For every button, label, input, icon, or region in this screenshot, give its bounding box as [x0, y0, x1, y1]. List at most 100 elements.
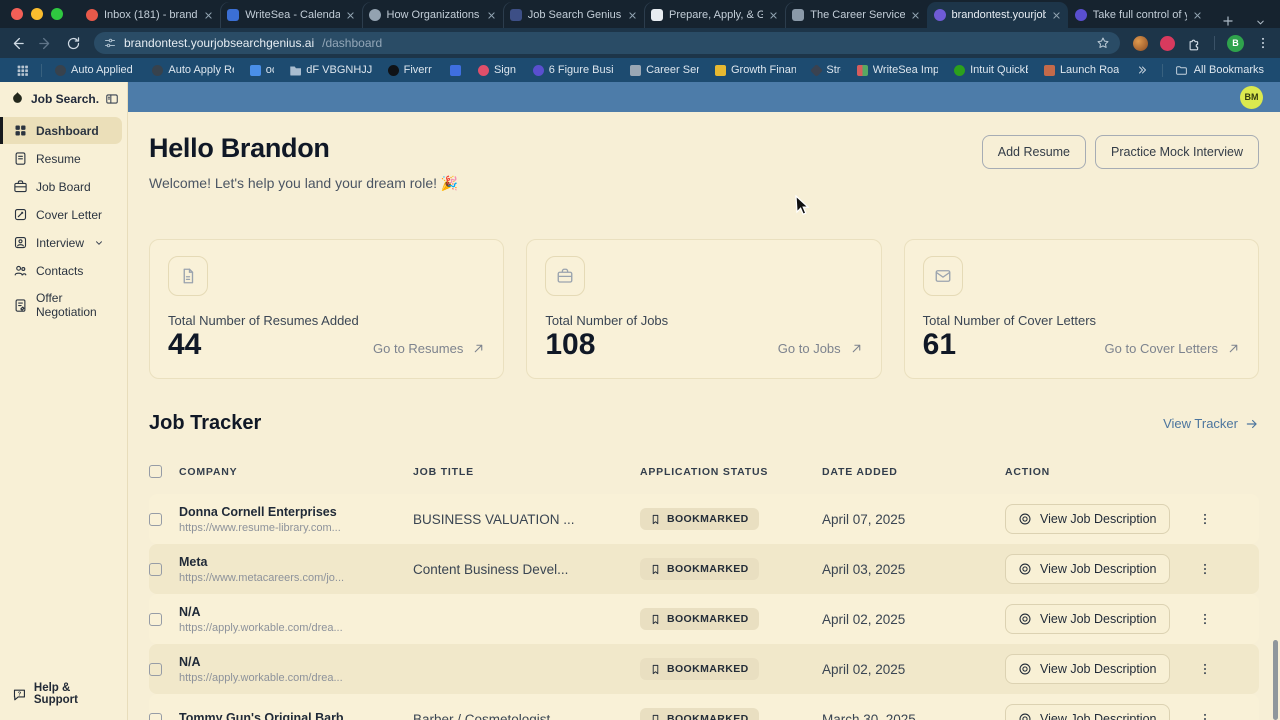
bookmark-item[interactable]: Intuit QuickBooks: [947, 62, 1035, 78]
bookmark-item[interactable]: Fiverr Pro: [381, 62, 442, 78]
browser-tab[interactable]: Inbox (181) - brandon@w: [79, 2, 220, 28]
stat-card-icon: [922, 256, 963, 296]
address-bar[interactable]: brandontest.yourjobsearchgenius.ai /dash…: [94, 32, 1120, 54]
browser-tab[interactable]: WriteSea - Calendar - W: [220, 2, 361, 28]
practice-mock-interview-button[interactable]: Practice Mock Interview: [1095, 135, 1259, 169]
tab-close-icon[interactable]: [911, 11, 920, 20]
row-checkbox[interactable]: [149, 662, 162, 676]
view-job-description-button[interactable]: View Job Description: [1005, 504, 1170, 534]
tab-close-icon[interactable]: [346, 11, 355, 20]
view-job-description-button[interactable]: View Job Description: [1005, 654, 1170, 684]
bookmark-item[interactable]: [443, 63, 469, 78]
browser-menu-icon[interactable]: [1256, 36, 1270, 50]
sidebar-item[interactable]: Resume: [0, 145, 122, 172]
row-checkbox[interactable]: [149, 612, 162, 626]
bookmark-item[interactable]: Growth Financing |...: [708, 62, 803, 78]
bookmark-item[interactable]: dF VBGNHJJ kInP...: [283, 62, 378, 78]
sidebar-item-label: Contacts: [36, 263, 84, 278]
browser-tab[interactable]: The Career Services Suit: [785, 2, 926, 28]
user-avatar[interactable]: BM: [1240, 85, 1263, 109]
browser-profile-avatar[interactable]: B: [1227, 34, 1244, 52]
sidebar-item[interactable]: Cover Letter: [0, 201, 122, 228]
extensions-puzzle-icon[interactable]: [1187, 36, 1202, 51]
arrow-upright-icon: [472, 342, 485, 355]
bookmark-item[interactable]: Launch Roadmap: [1037, 62, 1126, 78]
new-tab-button[interactable]: [1209, 14, 1247, 28]
sidebar-item-icon: [13, 207, 28, 222]
all-bookmarks-button[interactable]: All Bookmarks: [1169, 62, 1270, 79]
bookmark-item[interactable]: Auto Applied Reco...: [48, 62, 143, 78]
tab-close-icon[interactable]: [628, 11, 637, 20]
browser-tab[interactable]: brandontest.yourjobsear: [926, 2, 1068, 28]
bookmark-label: Fiverr Pro: [403, 64, 435, 76]
select-all-checkbox[interactable]: [149, 465, 162, 478]
sidebar-item[interactable]: Interview: [0, 229, 122, 256]
bookmark-item[interactable]: ocu: [243, 62, 282, 78]
view-job-description-button[interactable]: View Job Description: [1005, 704, 1170, 720]
sidebar-nav: Dashboard Resume Job Board Cover Letter …: [0, 116, 127, 326]
back-button[interactable]: [10, 36, 25, 51]
row-menu-icon[interactable]: [1198, 712, 1212, 720]
browser-tab[interactable]: Job Search Genius: [503, 2, 644, 28]
view-job-description-button[interactable]: View Job Description: [1005, 604, 1170, 634]
site-settings-icon[interactable]: [104, 37, 116, 49]
sidebar-item-icon: [13, 179, 28, 194]
stat-cards: Total Number of Resumes Added 44 Go to R…: [149, 239, 1259, 379]
help-support-button[interactable]: Help & Support: [0, 670, 127, 720]
view-tracker-label: View Tracker: [1163, 416, 1238, 431]
row-menu-icon[interactable]: [1198, 562, 1212, 576]
tab-search-chevron-icon[interactable]: [1247, 17, 1280, 28]
apps-grid-icon[interactable]: [10, 64, 35, 77]
bookmark-label: WriteSea Impleme...: [872, 64, 939, 76]
browser-tab[interactable]: Take full control of your j: [1068, 2, 1209, 28]
browser-tab[interactable]: How Organizations Are U: [362, 2, 503, 28]
bookmark-star-icon[interactable]: [1096, 36, 1110, 50]
sidebar-collapse-icon[interactable]: [105, 92, 119, 106]
extension-icon[interactable]: [1133, 35, 1148, 51]
bookmark-item[interactable]: Sign up: [471, 62, 524, 78]
view-tracker-link[interactable]: View Tracker: [1163, 416, 1259, 431]
extension-icon[interactable]: [1160, 35, 1175, 51]
tab-favicon: [509, 9, 522, 21]
sidebar-item[interactable]: Job Board: [0, 173, 122, 200]
tab-close-icon[interactable]: [1052, 11, 1061, 20]
browser-tab[interactable]: Prepare, Apply, & Get Hir: [644, 2, 785, 28]
view-job-description-label: View Job Description: [1040, 712, 1157, 720]
company-url: https://www.metacareers.com/jo...: [179, 571, 345, 584]
row-checkbox[interactable]: [149, 512, 162, 526]
macos-window-controls: [0, 8, 79, 28]
row-menu-icon[interactable]: [1198, 612, 1212, 626]
reload-button[interactable]: [66, 36, 81, 51]
row-checkbox[interactable]: [149, 562, 162, 576]
bookmark-item[interactable]: Stroll: [805, 62, 847, 78]
row-checkbox[interactable]: [149, 712, 162, 720]
tab-title: Take full control of your j: [1092, 9, 1187, 21]
view-job-description-button[interactable]: View Job Description: [1005, 554, 1170, 584]
stat-card-link[interactable]: Go to Jobs: [778, 341, 863, 360]
sidebar-item[interactable]: Dashboard: [0, 117, 122, 144]
row-menu-icon[interactable]: [1198, 662, 1212, 676]
add-resume-button[interactable]: Add Resume: [981, 135, 1087, 169]
row-menu-icon[interactable]: [1198, 512, 1212, 526]
minimize-window-button[interactable]: [31, 8, 43, 20]
bookmarks-overflow-icon[interactable]: [1128, 64, 1156, 76]
fullscreen-window-button[interactable]: [51, 8, 63, 20]
bookmark-item[interactable]: 6 Figure Business...: [526, 62, 621, 78]
stat-card-link[interactable]: Go to Cover Letters: [1105, 341, 1240, 360]
tab-close-icon[interactable]: [1193, 11, 1202, 20]
bookmark-favicon: [152, 64, 164, 76]
bookmark-item[interactable]: WriteSea Impleme...: [850, 62, 945, 78]
tab-close-icon[interactable]: [204, 11, 213, 20]
tab-close-icon[interactable]: [769, 11, 778, 20]
bookmark-favicon: [856, 64, 868, 76]
tab-close-icon[interactable]: [487, 11, 496, 20]
close-window-button[interactable]: [11, 8, 23, 20]
bookmark-item[interactable]: Auto Apply Recom...: [145, 62, 240, 78]
stat-card-link[interactable]: Go to Resumes: [373, 341, 485, 360]
sidebar-item[interactable]: Contacts: [0, 257, 122, 284]
page-scrollbar[interactable]: [1273, 640, 1278, 720]
bookmark-item[interactable]: Career Services: [623, 62, 706, 78]
sidebar-item[interactable]: Offer Negotiation: [0, 285, 122, 325]
forward-button[interactable]: [38, 36, 53, 51]
stat-card-value: 108: [545, 328, 596, 361]
